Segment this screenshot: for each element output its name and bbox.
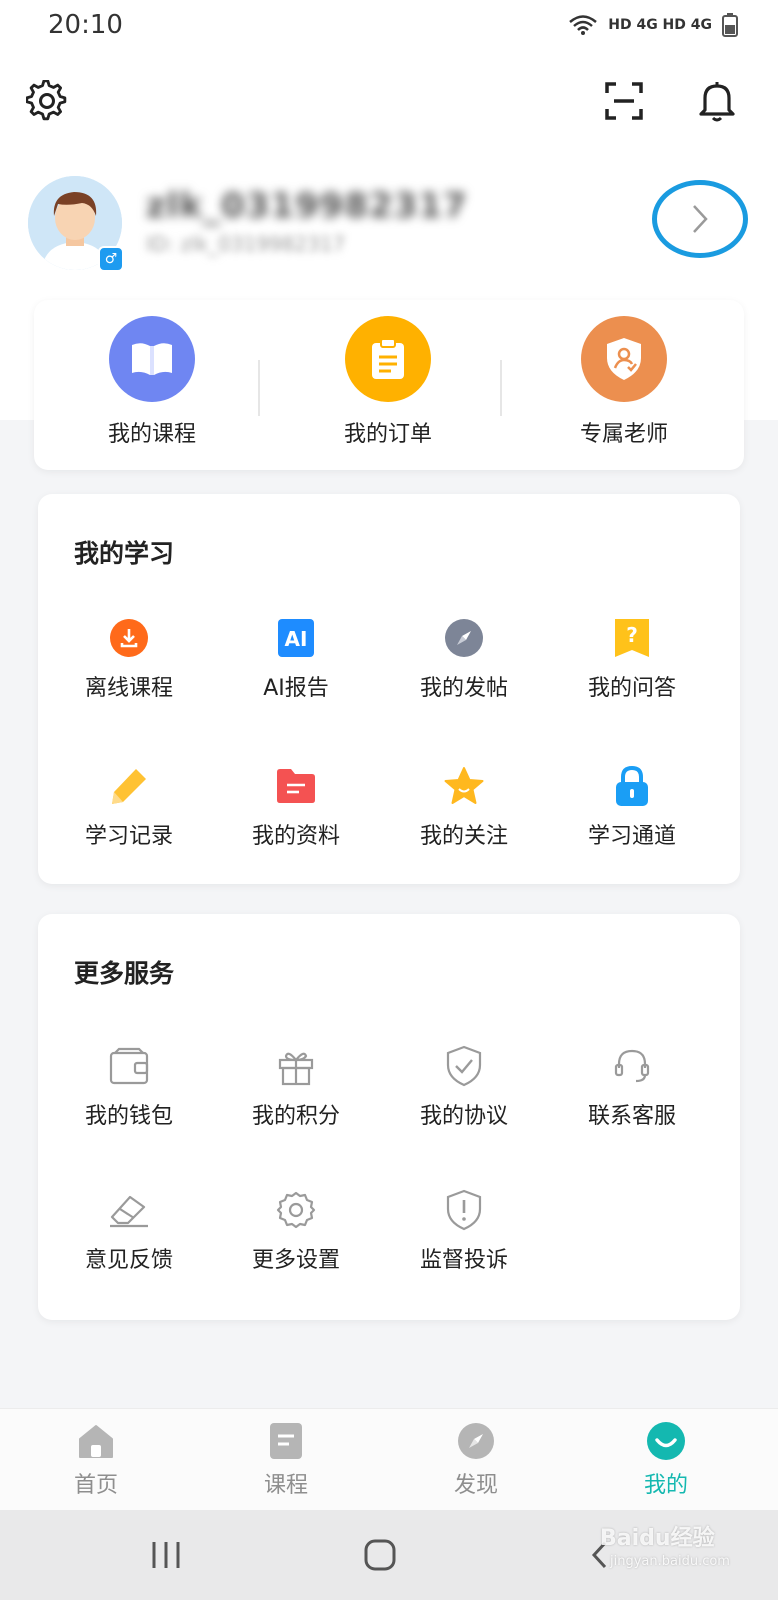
- study-item-label: 我的关注: [419, 824, 508, 849]
- service-item-label: 我的积分: [251, 1104, 340, 1129]
- wallet-icon: [107, 1044, 151, 1088]
- system-indicators: HD 4G HD 4G: [568, 13, 738, 37]
- watermark-text: Baidu经验: [600, 1526, 715, 1551]
- download-icon: [107, 616, 151, 660]
- service-item-label: 联系客服: [587, 1104, 676, 1129]
- divider: [500, 360, 502, 416]
- chevron-right-icon: [693, 205, 708, 233]
- book-icon: [109, 316, 195, 402]
- warning-shield-icon: [442, 1188, 486, 1232]
- svg-text:?: ?: [626, 623, 638, 647]
- service-item-feedback[interactable]: 意见反馈: [43, 1188, 215, 1298]
- study-item-label: 我的发帖: [419, 676, 508, 701]
- home-icon: [76, 1421, 116, 1461]
- section-title: 更多服务: [74, 959, 175, 988]
- service-item-agreements[interactable]: 我的协议: [378, 1044, 550, 1154]
- service-item-more-settings[interactable]: 更多设置: [210, 1188, 382, 1298]
- quick-item-label: 我的课程: [107, 422, 196, 447]
- study-item-label: 我的问答: [587, 676, 676, 701]
- tab-label: 发现: [453, 1473, 498, 1498]
- watermark: Baidu经验 jingyan.baidu.com: [600, 1520, 730, 1569]
- service-item-label: 我的钱包: [84, 1104, 173, 1129]
- study-item-label: 学习通道: [587, 824, 676, 849]
- tab-label: 首页: [73, 1473, 118, 1498]
- watermark-url: jingyan.baidu.com: [610, 1554, 730, 1569]
- study-item-label: 离线课程: [84, 676, 173, 701]
- shield-check-icon: [442, 1044, 486, 1088]
- study-item-ai-report[interactable]: AI AI报告: [210, 616, 382, 726]
- gender-symbol: ♂: [104, 251, 118, 267]
- teacher-shield-icon: [581, 316, 667, 402]
- lock-icon: [610, 764, 654, 808]
- study-item-offline-courses[interactable]: 离线课程: [43, 616, 215, 726]
- study-item-my-posts[interactable]: 我的发帖: [378, 616, 550, 726]
- service-item-label: 更多设置: [251, 1248, 340, 1273]
- username: zlk_0319982317: [146, 186, 468, 226]
- smile-icon: [646, 1421, 686, 1461]
- tab-courses[interactable]: 课程: [226, 1421, 346, 1505]
- quick-actions-card: 我的课程 我的订单 专属老师: [34, 300, 744, 470]
- tab-label: 我的: [643, 1473, 688, 1498]
- profile-detail-button[interactable]: [652, 180, 748, 258]
- recent-apps-icon[interactable]: [136, 1530, 196, 1580]
- home-button-icon[interactable]: [350, 1530, 410, 1580]
- svg-text:AI: AI: [285, 627, 308, 651]
- wifi-icon: [569, 15, 598, 35]
- gift-icon: [274, 1044, 318, 1088]
- divider: [258, 360, 260, 416]
- bell-icon[interactable]: [694, 78, 740, 124]
- top-bar: [0, 70, 778, 134]
- status-bar: 20:10 HD 4G HD 4G: [0, 0, 778, 50]
- eraser-icon: [107, 1188, 151, 1232]
- quick-item-exclusive-teacher[interactable]: 专属老师: [506, 300, 742, 470]
- quick-item-label: 专属老师: [579, 422, 668, 447]
- section-title: 我的学习: [74, 539, 175, 568]
- clipboard-icon: [345, 316, 431, 402]
- scan-icon[interactable]: [600, 78, 648, 124]
- service-item-wallet[interactable]: 我的钱包: [43, 1044, 215, 1154]
- star-icon: [442, 764, 486, 808]
- headset-icon: [610, 1044, 654, 1088]
- service-item-label: 意见反馈: [84, 1248, 173, 1273]
- battery-icon: [722, 13, 738, 37]
- study-item-label: 我的资料: [251, 824, 340, 849]
- compass-icon: [442, 616, 486, 660]
- folder-icon: [274, 764, 318, 808]
- course-icon: [266, 1421, 306, 1461]
- gear-icon: [274, 1188, 318, 1232]
- study-item-study-channel[interactable]: 学习通道: [546, 764, 718, 874]
- study-item-label: 学习记录: [84, 824, 173, 849]
- my-study-card: 我的学习 离线课程 AI AI报告 我的发帖 ? 我的问答 学习记录 我的资料 …: [38, 494, 740, 884]
- tab-label: 课程: [263, 1473, 308, 1498]
- discover-icon: [456, 1421, 496, 1461]
- service-item-label: 监督投诉: [419, 1248, 508, 1273]
- ai-icon: AI: [274, 616, 318, 660]
- status-time: 20:10: [48, 10, 123, 40]
- user-id: ID: zlk_0319982317: [146, 232, 346, 256]
- tab-home[interactable]: 首页: [36, 1421, 156, 1505]
- study-item-label: AI报告: [263, 676, 329, 701]
- tab-bar: 首页 课程 发现 我的: [0, 1408, 778, 1510]
- tab-mine[interactable]: 我的: [606, 1421, 726, 1505]
- gear-icon[interactable]: [24, 78, 70, 124]
- pencil-icon: [107, 764, 151, 808]
- service-item-points[interactable]: 我的积分: [210, 1044, 382, 1154]
- quick-item-my-orders[interactable]: 我的订单: [270, 300, 506, 470]
- network-indicator: HD 4G HD 4G: [608, 17, 712, 33]
- study-item-my-qa[interactable]: ? 我的问答: [546, 616, 718, 726]
- quick-item-my-courses[interactable]: 我的课程: [34, 300, 270, 470]
- study-item-my-materials[interactable]: 我的资料: [210, 764, 382, 874]
- question-icon: ?: [610, 616, 654, 660]
- service-item-complaints[interactable]: 监督投诉: [378, 1188, 550, 1298]
- study-item-study-records[interactable]: 学习记录: [43, 764, 215, 874]
- study-item-my-follows[interactable]: 我的关注: [378, 764, 550, 874]
- profile-section[interactable]: ♂ zlk_0319982317 ID: zlk_0319982317: [28, 176, 748, 276]
- gender-badge: ♂: [98, 246, 124, 272]
- more-services-card: 更多服务 我的钱包 我的积分 我的协议 联系客服 意见反馈 更多设置 监督投诉: [38, 914, 740, 1320]
- service-item-label: 我的协议: [419, 1104, 508, 1129]
- tab-discover[interactable]: 发现: [416, 1421, 536, 1505]
- quick-item-label: 我的订单: [343, 422, 432, 447]
- service-item-customer-service[interactable]: 联系客服: [546, 1044, 718, 1154]
